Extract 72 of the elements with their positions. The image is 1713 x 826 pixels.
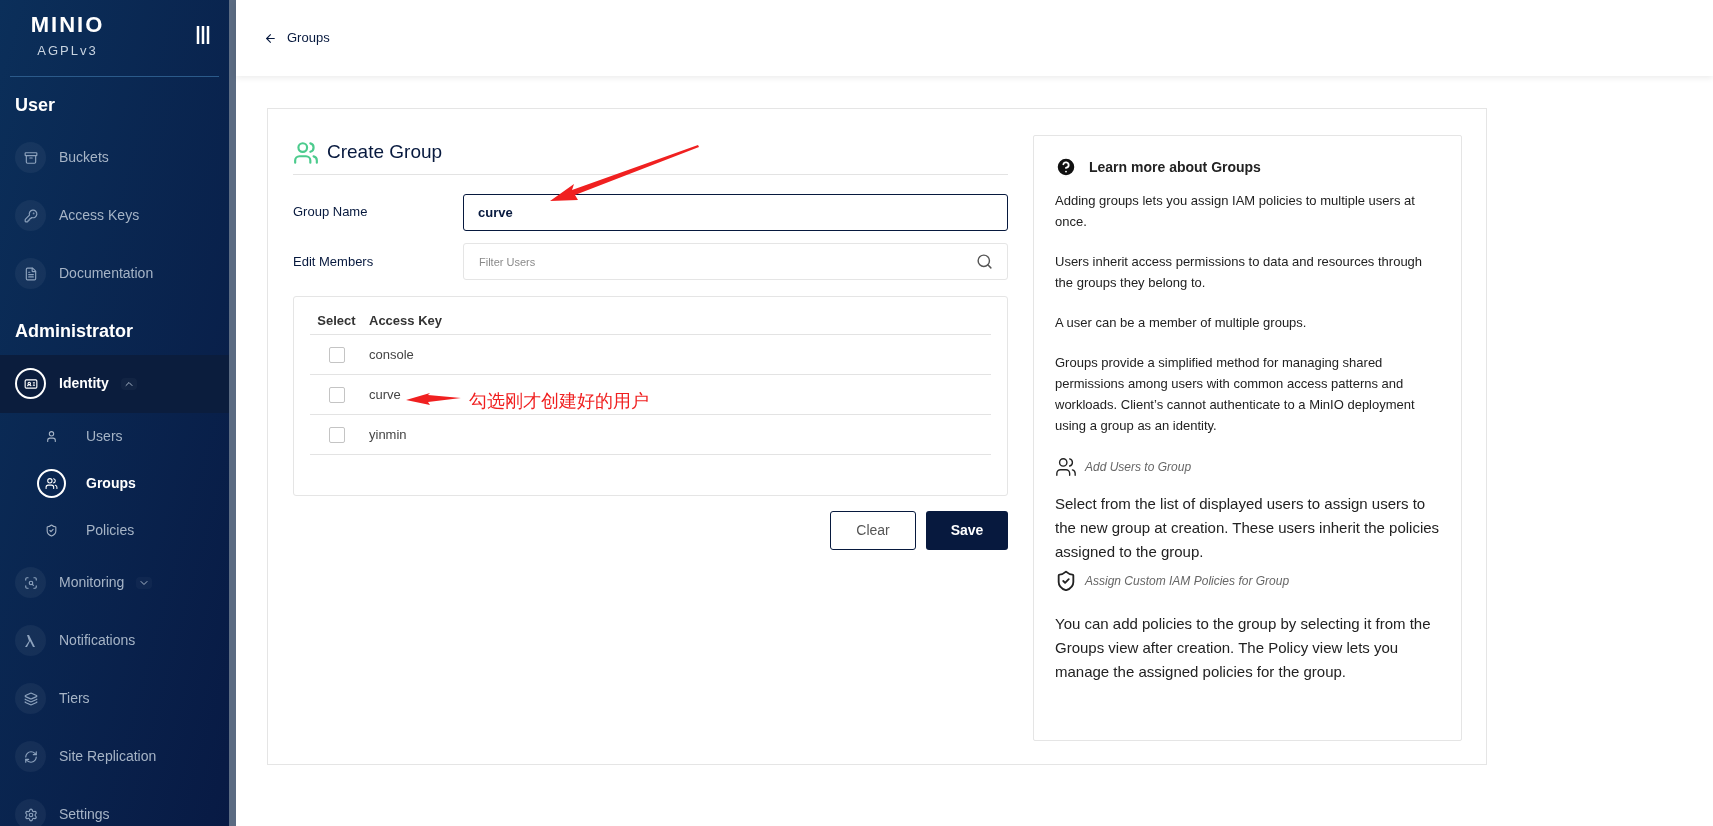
nav-item[interactable]: Site Replication: [0, 727, 229, 786]
nav-item[interactable]: Identity: [0, 354, 229, 413]
search-icon: [976, 253, 993, 270]
nav-label: Access Keys: [59, 206, 140, 225]
table-cell-text: console: [369, 345, 414, 364]
save-button[interactable]: Save: [926, 511, 1008, 550]
lambda-icon: [15, 625, 46, 656]
nav-label: Settings: [59, 805, 110, 824]
help-paragraph: Groups provide a simplified method for managing shared permissions among users with common access patterns and workloads. Client’s cannot authenticate to a MinIO deployment using a group as an identity.: [1055, 354, 1416, 435]
help-paragraph: Users inherit access permissions to data and resources through the groups they belong to.: [1055, 253, 1424, 292]
id-card-icon: [15, 368, 46, 399]
search-field[interactable]: Filter Users: [463, 243, 1008, 280]
group-icon: [1055, 456, 1077, 478]
document-icon: [15, 258, 46, 289]
column-header: Access Key: [369, 311, 442, 330]
nav-label: Monitoring: [59, 573, 125, 592]
help-paragraph: You can add policies to the group by selecting it from the Groups view after creation. The Policy view lets you manage the assigned policies for the group.: [1055, 614, 1432, 682]
license-label: AGPLv3: [37, 42, 98, 60]
bucket-icon: [15, 142, 46, 173]
nav-subitem[interactable]: Groups: [0, 459, 229, 507]
section-title: Administrator: [14, 319, 134, 343]
nav-item[interactable]: Monitoring: [0, 553, 229, 612]
help-paragraph: Adding groups lets you assign IAM policies to multiple users at once.: [1055, 192, 1416, 231]
scrollbar[interactable]: [229, 0, 236, 826]
nav-item[interactable]: Buckets: [0, 128, 229, 187]
clear-button[interactable]: Clear: [830, 511, 916, 550]
back-arrow-icon: [264, 31, 277, 45]
nav-label: Tiers: [59, 689, 90, 708]
nav-label: Users: [86, 426, 123, 446]
nav-item[interactable]: Notifications: [0, 611, 229, 670]
checkbox[interactable]: [328, 426, 345, 443]
nav-label: Groups: [86, 473, 136, 493]
group-icon: [37, 468, 66, 498]
section-heading: Add Users to Group: [1085, 459, 1192, 476]
nav-label: Notifications: [59, 631, 136, 650]
field-label: Edit Members: [293, 252, 375, 271]
table-cell-text: curve: [369, 385, 401, 404]
annotation-text: 勾选刚才创建好的用户: [469, 390, 649, 413]
nav-label: Policies: [86, 520, 135, 540]
layers-icon: [15, 683, 46, 714]
nav-label: Identity: [59, 374, 109, 393]
table-cell-text: yinmin: [369, 425, 407, 444]
nav-item[interactable]: Access Keys: [0, 186, 229, 245]
column-header: Select: [316, 311, 357, 330]
group-name-field[interactable]: curve: [463, 193, 1008, 231]
checkbox[interactable]: [328, 346, 345, 363]
monitor-icon: [15, 567, 46, 598]
shield-icon: [1055, 570, 1077, 592]
nav-item[interactable]: Settings: [0, 785, 229, 826]
menu-icon[interactable]: [196, 26, 210, 44]
section-heading: Assign Custom IAM Policies for Group: [1085, 573, 1290, 590]
help-paragraph: A user can be a member of multiple groups.: [1055, 314, 1308, 332]
nav-label: Documentation: [59, 264, 154, 283]
field-label: Group Name: [293, 203, 369, 222]
help-icon: [1055, 156, 1077, 178]
section-title: User: [14, 93, 57, 117]
help-paragraph: Select from the list of displayed users to assign users to the new group at creation. These users inherit the policies assigned to the group.: [1055, 494, 1440, 562]
help-title: Learn more about Groups: [1089, 157, 1261, 177]
group-icon: [293, 139, 319, 166]
nav-label: Buckets: [59, 148, 109, 167]
form-title: Create Group: [327, 140, 443, 165]
back-link[interactable]: Groups: [264, 28, 330, 48]
nav-label: Site Replication: [59, 747, 157, 766]
checkbox[interactable]: [328, 386, 345, 403]
logo: MINIO: [30, 11, 105, 39]
settings-icon: [15, 799, 46, 826]
nav-item[interactable]: Tiers: [0, 669, 229, 728]
nav-subitem[interactable]: Users: [0, 412, 229, 460]
sync-icon: [15, 741, 46, 772]
nav-subitem[interactable]: Policies: [0, 506, 229, 554]
key-icon: [15, 200, 46, 231]
nav-item[interactable]: Documentation: [0, 244, 229, 303]
